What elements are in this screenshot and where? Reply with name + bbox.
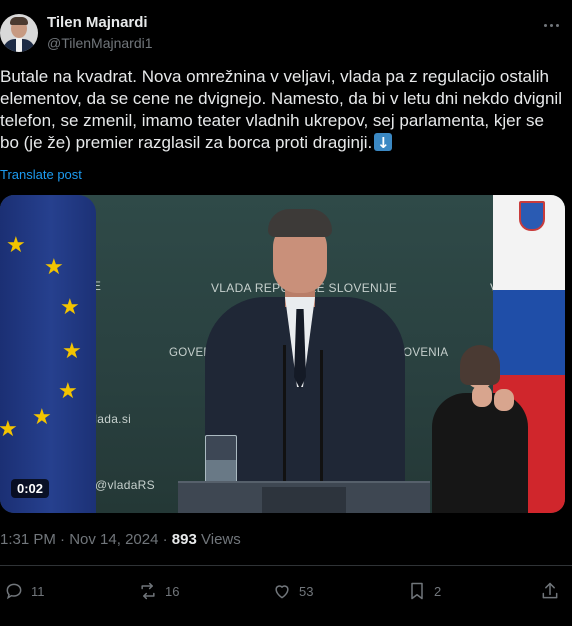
author-handle[interactable]: @TilenMajnardi1 bbox=[47, 35, 153, 51]
post-date[interactable]: Nov 14, 2024 bbox=[69, 531, 158, 548]
tweet-header: Tilen Majnardi @TilenMajnardi1 bbox=[0, 6, 572, 58]
post-time[interactable]: 1:31 PM bbox=[0, 531, 56, 548]
heart-icon bbox=[275, 585, 289, 599]
tweet-meta: 1:31 PM · Nov 14, 2024 · 893 Views bbox=[0, 531, 241, 548]
share-icon bbox=[542, 582, 558, 599]
tweet-body: Butale na kvadrat. Nova omrežnina v velj… bbox=[0, 67, 562, 152]
like-count: 53 bbox=[299, 583, 314, 599]
views-count: 893 bbox=[171, 531, 197, 548]
repost-button[interactable]: 16 bbox=[138, 577, 179, 605]
repost-icon bbox=[141, 582, 155, 600]
like-button[interactable]: 53 bbox=[272, 577, 313, 605]
down-arrow-emoji-icon bbox=[374, 132, 393, 154]
bookmark-icon bbox=[411, 582, 423, 600]
wall-text: @vladaRS bbox=[95, 478, 155, 492]
reply-count: 11 bbox=[31, 583, 45, 599]
repost-count: 16 bbox=[165, 583, 180, 599]
tweet-text: Butale na kvadrat. Nova omrežnina v velj… bbox=[0, 66, 566, 154]
sign-language-interpreter bbox=[432, 345, 532, 513]
bookmark-button[interactable]: 2 bbox=[407, 577, 441, 605]
views-label: Views bbox=[201, 531, 241, 548]
avatar[interactable] bbox=[0, 14, 38, 52]
podium-front bbox=[262, 487, 346, 513]
reply-icon bbox=[6, 583, 22, 600]
reply-button[interactable]: 11 bbox=[4, 577, 45, 605]
more-options-icon[interactable] bbox=[542, 15, 562, 35]
separator: · bbox=[60, 531, 66, 548]
microphone bbox=[283, 345, 286, 485]
share-button[interactable] bbox=[540, 577, 560, 605]
water-glass bbox=[205, 435, 237, 485]
translate-post-link[interactable]: Translate post bbox=[0, 167, 82, 182]
video-player[interactable]: NIJE VLADA REPUBLIKE SLOVENIJE VL GOVERN… bbox=[0, 195, 565, 513]
video-duration-badge: 0:02 bbox=[11, 479, 50, 498]
author-name[interactable]: Tilen Majnardi bbox=[47, 14, 148, 31]
divider bbox=[0, 565, 572, 566]
separator: · bbox=[162, 531, 168, 548]
microphone bbox=[320, 350, 323, 485]
bookmark-count: 2 bbox=[434, 583, 442, 599]
action-bar: 11 16 53 2 bbox=[0, 577, 572, 605]
eu-flag: ★ ★ ★ ★ ★ ★ ★ bbox=[0, 195, 96, 513]
